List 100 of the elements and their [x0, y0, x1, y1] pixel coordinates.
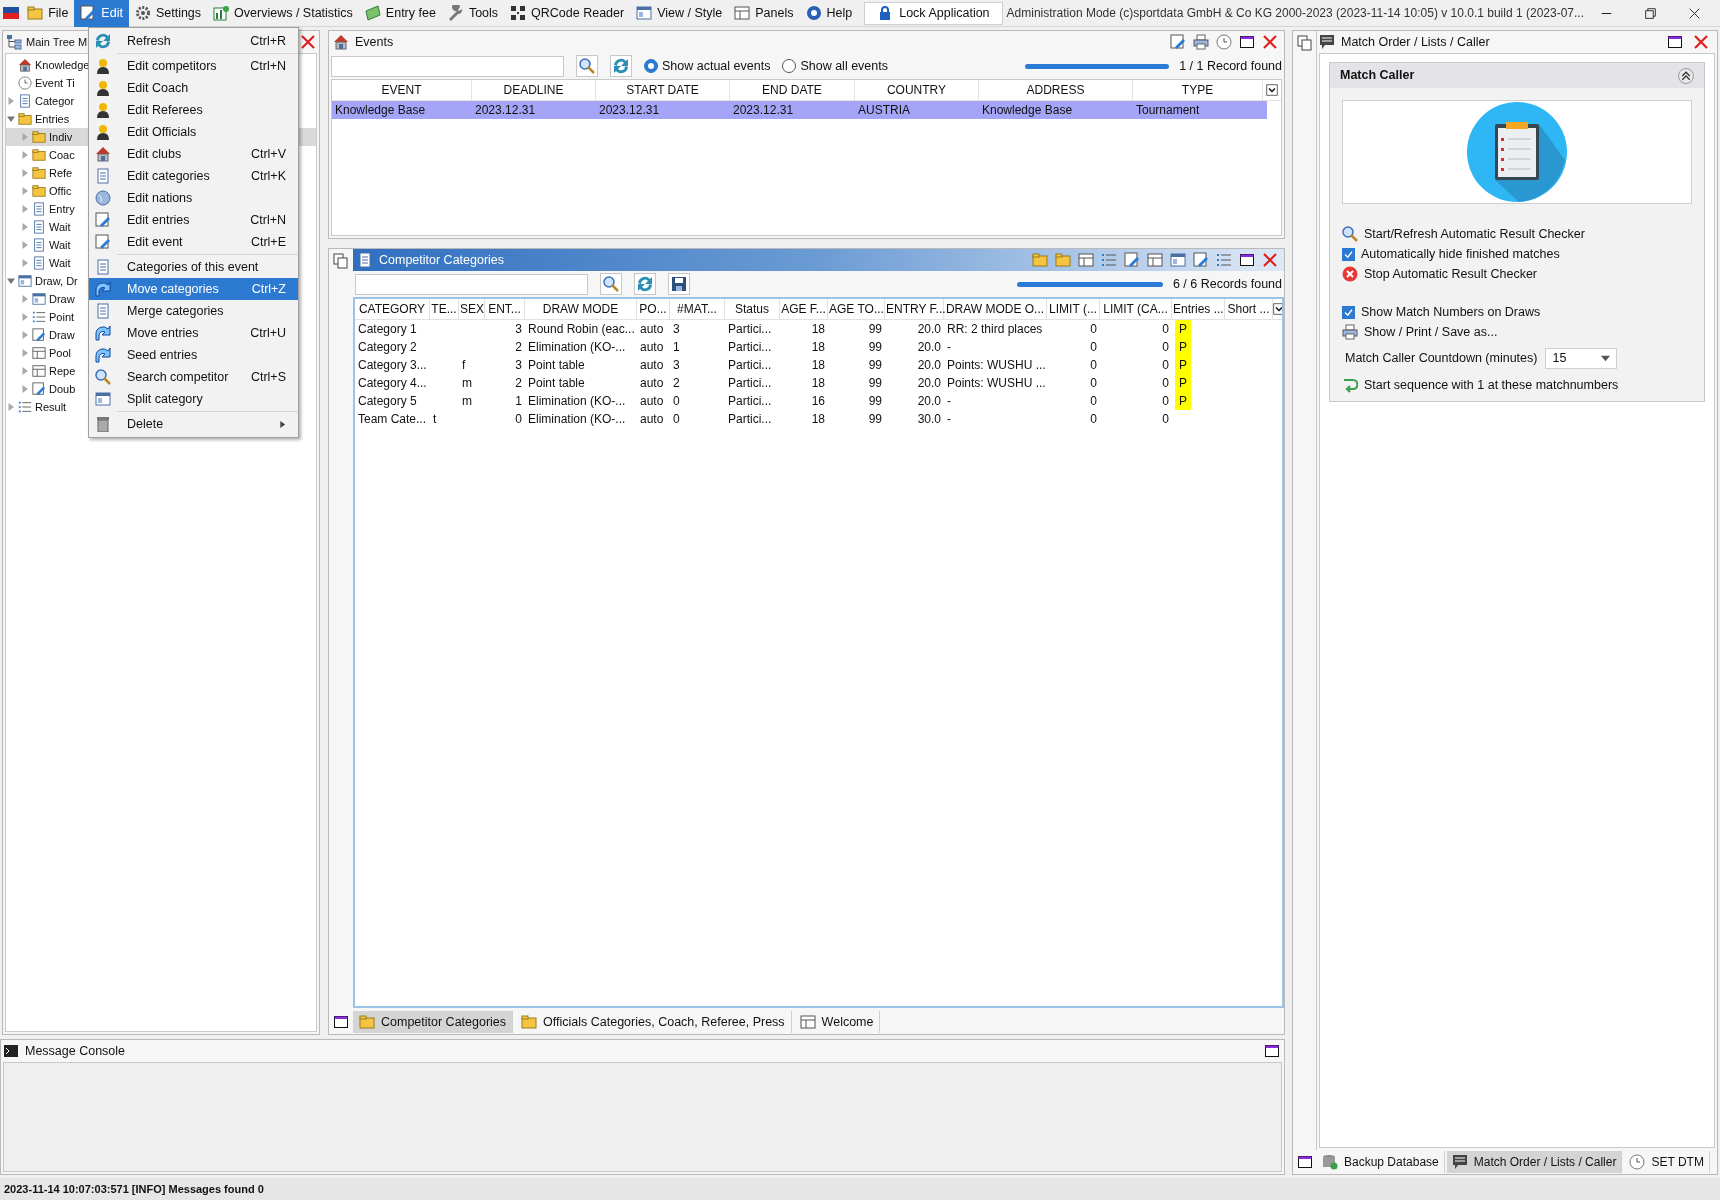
table-cell: f	[462, 358, 466, 372]
table-cell: Knowledge Base	[335, 103, 426, 117]
table-cell: 0	[1090, 322, 1097, 336]
table-cell: 0	[515, 412, 522, 426]
table-cell: 18	[811, 412, 825, 426]
table-cell: Point table	[528, 358, 585, 372]
table-cell: 3	[515, 322, 522, 336]
table-cell: 18	[811, 322, 825, 336]
table-cell: 2	[673, 376, 680, 390]
status-message: 2023-11-14 10:07:03:571 [INFO] Messages found 0	[4, 1181, 264, 1197]
table-cell: 1	[515, 394, 522, 408]
panel-title: Competitor Categories	[379, 251, 505, 269]
dropdown-value: 15	[1552, 350, 1567, 368]
window-title: Administration Mode (c)sportdata GmbH & Co KG 2000-2023 (2023-11-14 10:05) v 10.0.1 build 1 (2023-07...	[1006, 5, 1584, 22]
table-cell: Elimination (KO-...	[528, 340, 626, 354]
table-cell: 2023.12.31	[733, 103, 794, 117]
table-cell: 0	[1090, 340, 1097, 354]
table-cell: 20.0	[917, 340, 941, 354]
table-cell: 0	[1162, 340, 1169, 354]
table-cell: 0	[1162, 412, 1169, 426]
table-cell: 3	[673, 322, 680, 336]
table-cell: 3	[515, 358, 522, 372]
table-cell: Partici...	[728, 394, 772, 408]
table-cell: 3	[673, 358, 680, 372]
table-cell: Category 5	[358, 394, 417, 408]
table-cell: 0	[1162, 376, 1169, 390]
table-cell: 20.0	[917, 358, 941, 372]
table-cell: t	[433, 412, 437, 426]
table-cell: 0	[1090, 376, 1097, 390]
table-cell: 0	[1090, 394, 1097, 408]
table-cell: Partici...	[728, 376, 772, 390]
table-cell: 99	[868, 376, 882, 390]
table-cell: RR: 2 third places	[947, 322, 1043, 336]
table-cell: 99	[868, 358, 882, 372]
table-cell: 2023.12.31	[599, 103, 660, 117]
section-title: Match Caller	[1340, 67, 1415, 85]
table-cell: 99	[868, 412, 882, 426]
table-cell: P	[1175, 374, 1191, 392]
table-cell: Partici...	[728, 412, 772, 426]
table-cell: 0	[1162, 322, 1169, 336]
table-cell: 2	[515, 340, 522, 354]
table-cell: 16	[811, 394, 825, 408]
record-count: 6 / 6 Records found	[1172, 275, 1282, 293]
table-cell: 0	[1162, 358, 1169, 372]
table-cell: auto	[640, 394, 664, 408]
table-cell: Team Cate...	[358, 412, 427, 426]
table-cell: Category 2	[358, 340, 417, 354]
table-cell: m	[462, 376, 472, 390]
table-cell: Points: WUSHU ...	[947, 376, 1046, 390]
table-cell: Knowledge Base	[982, 103, 1073, 117]
table-cell: auto	[640, 322, 664, 336]
table-cell: P	[1175, 320, 1191, 338]
table-cell: Points: WUSHU ...	[947, 358, 1046, 372]
record-count: 1 / 1 Record found	[1179, 57, 1282, 75]
table-cell: 2023.12.31	[475, 103, 536, 117]
table-cell: Partici...	[728, 322, 772, 336]
table-cell: P	[1175, 392, 1191, 410]
table-cell: 18	[811, 358, 825, 372]
table-cell: Partici...	[728, 340, 772, 354]
table-cell: auto	[640, 412, 664, 426]
table-cell: 18	[811, 340, 825, 354]
table-cell: 0	[673, 394, 680, 408]
table-cell: auto	[640, 340, 664, 354]
table-cell: 20.0	[917, 376, 941, 390]
table-cell: Category 1	[358, 322, 417, 336]
table-cell: -	[947, 412, 951, 426]
panel-title: Match Order / Lists / Caller	[1341, 33, 1490, 51]
table-cell: 99	[868, 322, 882, 336]
table-cell: Elimination (KO-...	[528, 412, 626, 426]
table-cell: 99	[868, 394, 882, 408]
table-cell: P	[1175, 338, 1191, 356]
table-cell: 2	[515, 376, 522, 390]
table-cell: Partici...	[728, 358, 772, 372]
table-cell: 0	[1162, 394, 1169, 408]
table-cell: auto	[640, 376, 664, 390]
table-cell: 30.0	[917, 412, 941, 426]
table-cell: P	[1175, 356, 1191, 374]
table-cell: 20.0	[917, 394, 941, 408]
table-cell: m	[462, 394, 472, 408]
table-cell: -	[947, 340, 951, 354]
table-cell: -	[947, 394, 951, 408]
table-cell: Category 4...	[358, 376, 427, 390]
table-cell: 20.0	[917, 322, 941, 336]
table-cell: 0	[1090, 358, 1097, 372]
table-cell: 99	[868, 340, 882, 354]
table-cell: 0	[673, 412, 680, 426]
table-cell: 18	[811, 376, 825, 390]
table-cell: auto	[640, 358, 664, 372]
table-cell: 0	[1090, 412, 1097, 426]
table-cell: 1	[673, 340, 680, 354]
table-cell: Tournament	[1136, 103, 1200, 117]
table-cell: Elimination (KO-...	[528, 394, 626, 408]
panel-title: Main Tree M	[26, 34, 88, 50]
table-cell: Point table	[528, 376, 585, 390]
field-label: Match Caller Countdown (minutes)	[1345, 350, 1538, 368]
table-cell: Round Robin (eac...	[528, 322, 635, 336]
panel-title: Events	[355, 33, 394, 51]
table-cell: AUSTRIA	[858, 103, 910, 117]
table-cell: Category 3...	[358, 358, 427, 372]
panel-title: Message Console	[25, 1042, 126, 1060]
